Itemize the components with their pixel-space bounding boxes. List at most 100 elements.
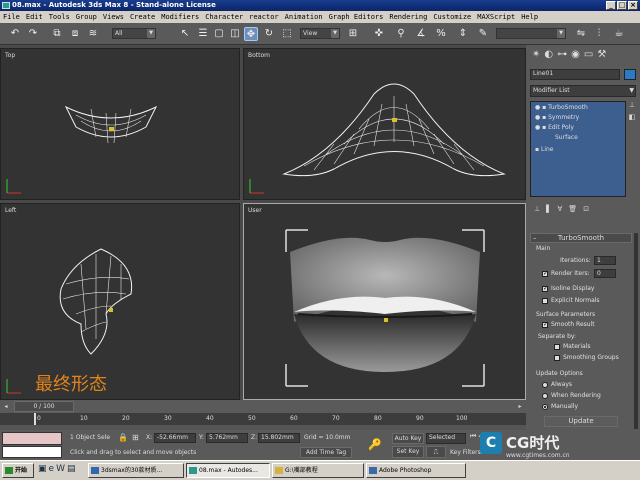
add-time-tag-button[interactable]: Add Time Tag	[300, 447, 352, 458]
task-materials[interactable]: 3dsmax的30款材质...	[88, 463, 184, 478]
desktop-icon[interactable]: ▣	[38, 464, 47, 474]
explicit-normals-row[interactable]: Explicit Normals	[542, 297, 600, 304]
rollout-title[interactable]: – TurboSmooth	[530, 233, 632, 243]
start-button[interactable]: 开始	[2, 463, 34, 478]
set-key-button[interactable]: Set Key	[392, 446, 424, 458]
menu-rendering[interactable]: Rendering	[389, 11, 427, 23]
menu-animation[interactable]: Animation	[285, 11, 323, 23]
link-icon[interactable]: ⧉	[50, 27, 64, 41]
menu-reactor[interactable]: reactor	[249, 11, 279, 23]
align-icon[interactable]: ⫶	[592, 27, 606, 41]
mirror-icon[interactable]: ⇋	[574, 27, 588, 41]
stack-item-turbosmooth[interactable]: ● ▪ TurboSmooth	[535, 104, 588, 111]
display-tab-icon[interactable]: ▭	[584, 49, 593, 65]
smooth-result-row[interactable]: Smooth Result	[542, 321, 595, 328]
window-crossing-icon[interactable]: ◫	[228, 27, 242, 41]
manipulate-icon[interactable]: ✜	[372, 27, 386, 41]
make-unique-icon[interactable]: ∀	[558, 205, 563, 219]
ref-coord-dropdown[interactable]: View ▼	[300, 28, 340, 39]
menu-tools[interactable]: Tools	[49, 11, 70, 23]
move-icon[interactable]: ✥	[244, 27, 258, 41]
always-radio[interactable]: Always	[542, 381, 572, 388]
menu-maxscript[interactable]: MAXScript	[477, 11, 515, 23]
task-folder[interactable]: G:\嘴部教程	[272, 463, 364, 478]
auto-key-button[interactable]: Auto Key	[392, 433, 424, 444]
hierarchy-tab-icon[interactable]: ⊶	[557, 49, 567, 65]
select-icon[interactable]: ↖	[178, 27, 192, 41]
stack-item-surface[interactable]: Surface	[555, 134, 578, 141]
ie-icon[interactable]: e	[49, 464, 55, 474]
rotate-icon[interactable]: ↻	[262, 27, 276, 41]
menu-graph-editors[interactable]: Graph Editors	[329, 11, 384, 23]
spinner-snap-icon[interactable]: ⇕	[456, 27, 470, 41]
remove-modifier-icon[interactable]: 🗑	[568, 205, 577, 219]
menu-edit[interactable]: Edit	[26, 11, 43, 23]
word-icon[interactable]: W	[56, 464, 65, 474]
key-mode-dropdown[interactable]: Selected	[426, 433, 466, 444]
menu-create[interactable]: Create	[130, 11, 155, 23]
object-name-field[interactable]: Line01	[530, 69, 620, 80]
stack-item-line[interactable]: ▪ Line	[535, 146, 554, 153]
angle-snap-icon[interactable]: ∡	[414, 27, 428, 41]
iterations-spinner[interactable]: 1	[594, 256, 616, 265]
snap-icon[interactable]: ⚲	[394, 27, 408, 41]
time-slider-thumb[interactable]: 0 / 100	[14, 401, 74, 412]
minimize-button[interactable]: _	[606, 1, 616, 10]
selection-filter-dropdown[interactable]: All ▼	[112, 28, 156, 39]
when-rendering-radio[interactable]: When Rendering	[542, 392, 601, 399]
explorer-icon[interactable]: ▤	[67, 464, 76, 474]
utilities-tab-icon[interactable]: ⚒	[597, 49, 606, 65]
set-key-icon[interactable]: ⎍	[426, 446, 446, 458]
stack-item-symmetry[interactable]: ● ▪ Symmetry	[535, 114, 579, 121]
scale-icon[interactable]: ⬚	[280, 27, 294, 41]
lock-selection-icon[interactable]: 🔒	[118, 433, 128, 442]
percent-snap-icon[interactable]: %	[434, 27, 448, 41]
redo-icon[interactable]: ↷	[26, 27, 40, 41]
track-bar[interactable]: 0 10 20 30 40 50 60 70 80 90 100	[0, 413, 526, 430]
select-by-name-icon[interactable]: ☰	[196, 27, 210, 41]
close-button[interactable]: ×	[628, 1, 638, 10]
named-selection-icon[interactable]: ✎	[476, 27, 490, 41]
panel-scrollbar[interactable]	[634, 233, 638, 429]
materials-row[interactable]: Materials	[554, 343, 591, 350]
z-coord-field[interactable]: 15.802mm	[258, 433, 300, 443]
viewport-user[interactable]: User	[243, 203, 526, 400]
task-photoshop[interactable]: Adobe Photoshop	[366, 463, 466, 478]
menu-group[interactable]: Group	[76, 11, 97, 23]
create-tab-icon[interactable]: ✴	[532, 49, 540, 65]
menu-views[interactable]: Views	[103, 11, 124, 23]
render-iters-row[interactable]: Render Iters:	[542, 270, 590, 277]
viewport-top[interactable]: Top	[0, 48, 240, 200]
viewport-bottom[interactable]: Bottom	[243, 48, 526, 200]
update-button[interactable]: Update	[544, 416, 618, 427]
object-color-swatch[interactable]	[624, 69, 636, 80]
time-slider[interactable]: ◂ 0 / 100 ▸	[0, 400, 526, 413]
next-frame-icon[interactable]: ▸	[514, 401, 526, 412]
manually-radio[interactable]: Manually	[542, 403, 578, 410]
menu-character[interactable]: Character	[205, 11, 243, 23]
region-select-icon[interactable]: ▢	[212, 27, 226, 41]
maxscript-listener[interactable]	[2, 432, 62, 445]
pivot-icon[interactable]: ⊞	[346, 27, 360, 41]
key-icon[interactable]: 🔑	[368, 438, 382, 451]
pin-icon[interactable]: ⊥	[534, 205, 540, 219]
prev-frame-icon[interactable]: ◂	[0, 401, 12, 412]
maxscript-input[interactable]	[2, 446, 62, 458]
modify-tab-icon[interactable]: ◐	[544, 49, 553, 65]
end-result-icon[interactable]: ▌	[546, 205, 551, 219]
named-selection-dropdown[interactable]: ▼	[496, 28, 566, 39]
show-end-result-icon[interactable]: ◧	[629, 113, 636, 121]
pin-stack-icon[interactable]: ⊥	[629, 101, 635, 109]
configure-sets-icon[interactable]: ⊡	[583, 205, 589, 219]
render-iters-spinner[interactable]: 0	[594, 269, 616, 278]
viewport-left[interactable]: Left 最终形态	[0, 203, 240, 400]
bind-space-warp-icon[interactable]: ≋	[86, 27, 100, 41]
unlink-icon[interactable]: ⧈	[68, 27, 82, 41]
smoothing-groups-row[interactable]: Smoothing Groups	[554, 354, 619, 361]
absolute-mode-icon[interactable]: ⊞	[132, 433, 139, 442]
render-icon[interactable]: ☕	[612, 27, 626, 41]
maximize-button[interactable]: □	[617, 1, 627, 10]
menu-file[interactable]: File	[3, 11, 20, 23]
render-iters-checkbox[interactable]	[542, 270, 548, 277]
isoline-display-row[interactable]: Isoline Display	[542, 285, 594, 292]
